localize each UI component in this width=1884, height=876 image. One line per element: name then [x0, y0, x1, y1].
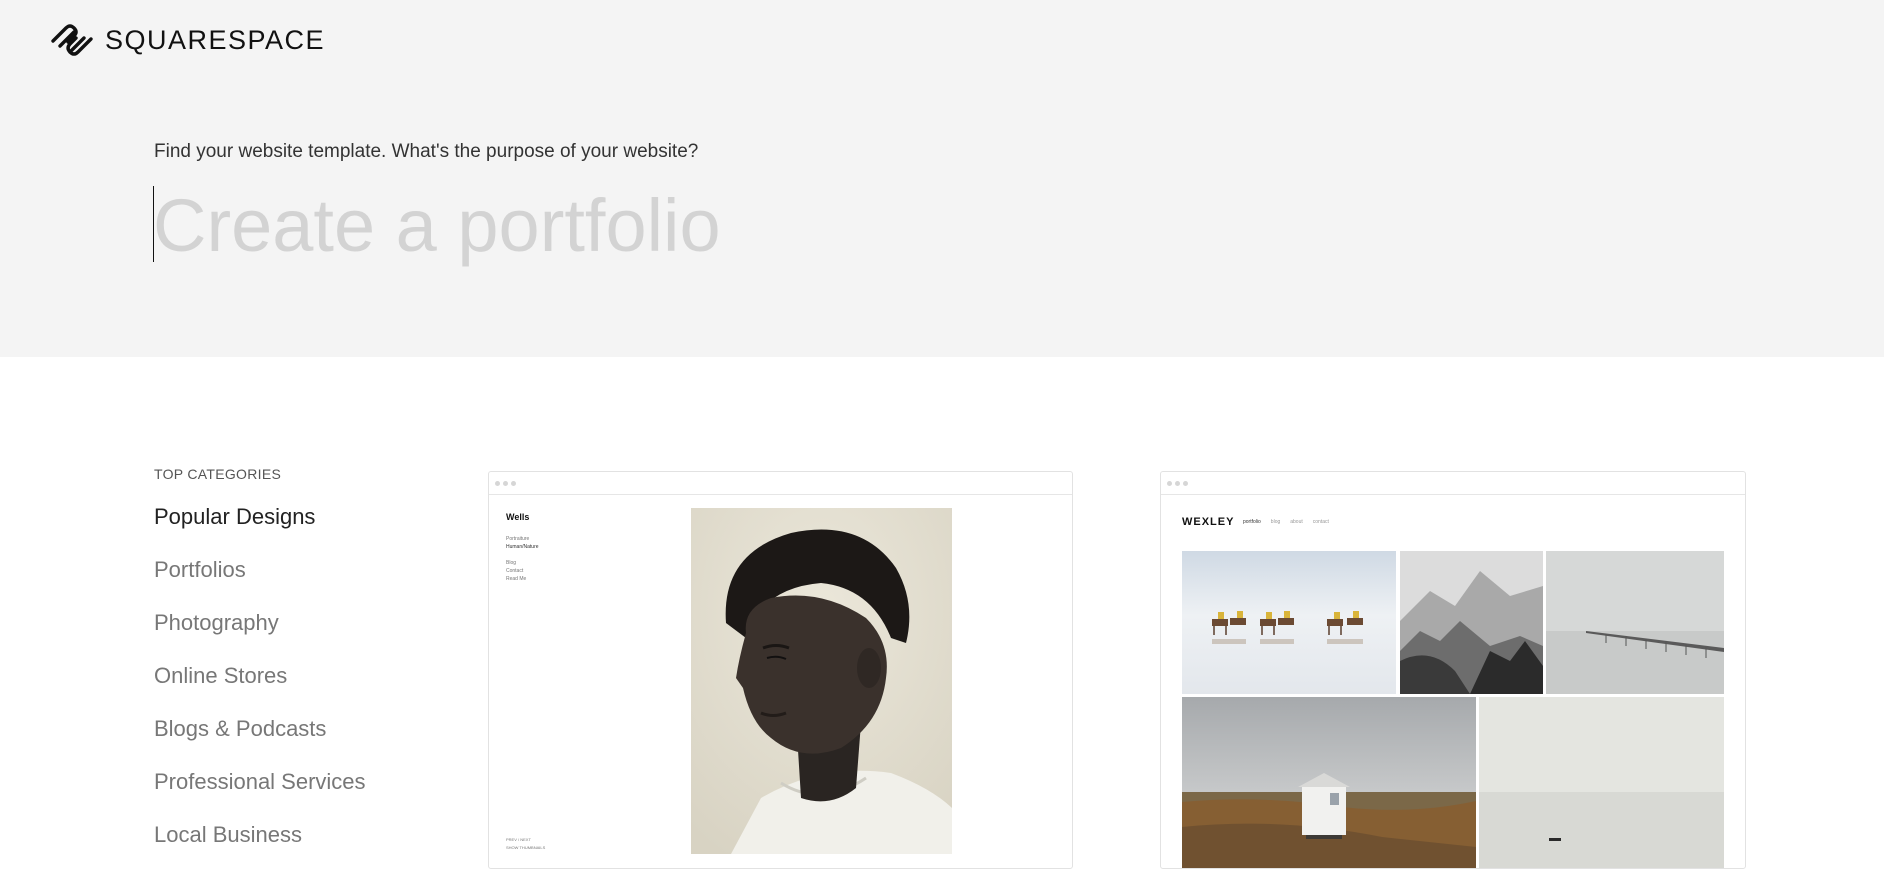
- browser-bar: [1161, 472, 1745, 495]
- footer-link: PREV / NEXT: [506, 837, 531, 842]
- misty-sea-photo: [1479, 697, 1724, 868]
- template-site-logo: WEXLEY: [1182, 516, 1235, 528]
- category-professional-services[interactable]: Professional Services: [154, 769, 366, 822]
- portrait-photo: [691, 508, 952, 854]
- browser-bar: [489, 472, 1072, 495]
- window-dot: [1175, 480, 1180, 486]
- search-prompt: Find your website template. What's the p…: [154, 141, 699, 162]
- template-site-footer: PREV / NEXT SHOW THUMBNAILS: [506, 836, 545, 852]
- template-site-title: Wells: [506, 512, 530, 522]
- window-dot: [1167, 480, 1172, 486]
- category-sidebar: TOP CATEGORIES Popular Designs Portfolio…: [154, 466, 366, 875]
- horses-photo: [1182, 551, 1396, 694]
- search-field[interactable]: [153, 180, 1053, 270]
- categories-heading: TOP CATEGORIES: [154, 466, 282, 482]
- pier-photo: [1546, 551, 1724, 694]
- nav-link: Human/Nature: [506, 544, 539, 550]
- hero-section: SQUARESPACE Find your website template. …: [0, 0, 1884, 357]
- hut-photo: [1182, 697, 1476, 868]
- footer-link: SHOW THUMBNAILS: [506, 845, 546, 850]
- category-popular-designs[interactable]: Popular Designs: [154, 504, 366, 557]
- category-blogs-podcasts[interactable]: Blogs & Podcasts: [154, 716, 366, 769]
- template-card-wells[interactable]: Wells Portraiture Human/Nature Blog Cont…: [488, 471, 1073, 869]
- template-card-wexley[interactable]: WEXLEY portfolio blog about contact: [1160, 471, 1746, 869]
- template-site-nav: Portraiture Human/Nature Blog Contact Re…: [506, 535, 539, 583]
- nav-link: Blog: [506, 560, 517, 566]
- nav-link: Read Me: [506, 576, 527, 582]
- category-online-stores[interactable]: Online Stores: [154, 663, 366, 716]
- squarespace-logo-icon: [51, 24, 93, 56]
- nav-link: Contact: [506, 568, 524, 574]
- nav-link: blog: [1270, 519, 1281, 525]
- brand-name: SQUARESPACE: [105, 24, 326, 55]
- window-dot: [495, 480, 500, 486]
- squarespace-logo[interactable]: SQUARESPACE: [49, 21, 325, 59]
- nav-link: portfolio: [1243, 519, 1261, 525]
- mountain-photo: [1400, 551, 1543, 694]
- window-dot: [503, 480, 508, 486]
- category-photography[interactable]: Photography: [154, 610, 366, 663]
- template-site-nav: portfolio blog about contact: [1243, 519, 1329, 525]
- window-dot: [511, 480, 516, 486]
- nav-link: Portraiture: [506, 536, 530, 542]
- template-search-input[interactable]: [153, 180, 1053, 270]
- window-dot: [1183, 480, 1188, 486]
- nav-link: about: [1290, 519, 1303, 525]
- nav-link: contact: [1312, 519, 1329, 525]
- category-local-business[interactable]: Local Business: [154, 822, 366, 875]
- category-portfolios[interactable]: Portfolios: [154, 557, 366, 610]
